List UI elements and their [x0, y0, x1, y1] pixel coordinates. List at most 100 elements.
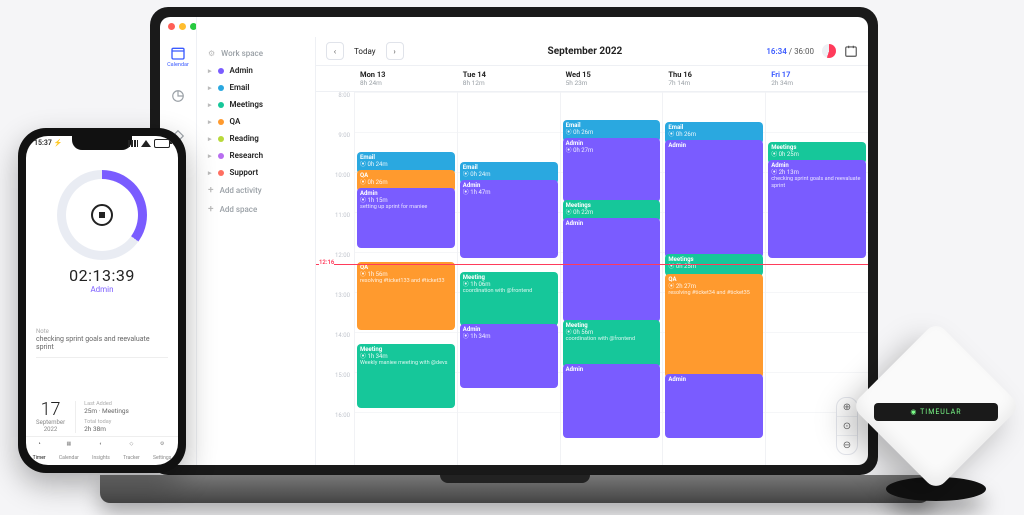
day-column-wed[interactable]: Email⦿ 0h 26mAdmin⦿ 0h 27mMeetings⦿ 0h 2…	[560, 92, 663, 465]
day-header-tue[interactable]: Tue 148h 12m	[457, 66, 560, 91]
calendar-event[interactable]: Admin	[665, 374, 763, 438]
event-title: Meeting	[566, 322, 658, 329]
calendar-event[interactable]: QA⦿ 1h 56mresolving #ticket133 and #tick…	[357, 262, 455, 330]
activity-color-dot	[218, 170, 224, 176]
zoom-in-button[interactable]: ⊕	[837, 398, 857, 417]
event-duration: ⦿ 2h 13m	[771, 169, 863, 176]
day-header-thu[interactable]: Thu 167h 14m	[662, 66, 765, 91]
timer-icon: ◔	[33, 441, 45, 453]
sidebar-item-qa[interactable]: ▸ QA	[204, 113, 307, 130]
event-duration: ⦿ 0h 24m	[463, 171, 555, 178]
tracked-time-goal: 36:00	[794, 47, 814, 56]
next-week-button[interactable]: ›	[386, 42, 404, 60]
event-title: Meetings	[668, 256, 760, 263]
tab-label: Settings	[153, 455, 171, 461]
tab-label: Insights	[92, 455, 110, 461]
activity-color-dot	[218, 153, 224, 159]
day-total: 8h 12m	[463, 79, 554, 87]
prev-week-button[interactable]: ‹	[326, 42, 344, 60]
signal-icon	[128, 140, 138, 147]
calendar-event[interactable]: Admin⦿ 1h 15msetting up sprint for manie…	[357, 188, 455, 248]
calendar-event[interactable]: Meetings⦿ 0h 25m	[665, 254, 763, 276]
event-duration: ⦿ 0h 25m	[771, 151, 863, 158]
sidebar-item-email[interactable]: ▸Email	[204, 79, 307, 96]
day-header-mon[interactable]: Mon 138h 24m	[354, 66, 457, 91]
phone-screen: 15:37 ⚡ 02:13:39 Admin Note checking spr…	[26, 136, 178, 465]
tab-timer[interactable]: ◔Timer	[33, 441, 46, 461]
event-note: coordination with @frontend	[566, 336, 658, 343]
day-header-wed[interactable]: Wed 155h 23m	[560, 66, 663, 91]
sidebar-item-support[interactable]: ▸Support	[204, 164, 307, 181]
day-column-tue[interactable]: Email⦿ 0h 24mAdmin⦿ 1h 47mMeeting⦿ 1h 06…	[457, 92, 560, 465]
day-label: Thu 16	[668, 70, 759, 79]
day-label: Wed 15	[566, 70, 657, 79]
calendar-event[interactable]: Admin	[665, 140, 763, 258]
tab-insights[interactable]: ◐Insights	[92, 441, 110, 461]
today-button[interactable]: Today	[350, 47, 380, 56]
calendar-settings-icon[interactable]	[844, 44, 858, 58]
zoom-reset-button[interactable]: ⊙	[837, 417, 857, 436]
now-indicator: 12:16	[316, 264, 868, 265]
activity-color-dot	[218, 119, 224, 125]
sidebar-item-label: QA	[230, 117, 241, 126]
calendar-icon: ▦	[63, 441, 75, 453]
last-added-value: 25m · Meetings	[84, 407, 168, 415]
sidebar-add-activity[interactable]: + Add activity	[204, 181, 307, 200]
event-title: Email	[566, 122, 658, 129]
calendar-event[interactable]: Admin⦿ 0h 27m	[563, 138, 661, 202]
sidebar-item-admin[interactable]: ▸Admin	[204, 62, 307, 79]
tab-tracker[interactable]: ◇Tracker	[123, 441, 140, 461]
nav-calendar[interactable]: Calendar	[165, 43, 191, 69]
nav-reports[interactable]	[165, 83, 191, 109]
stop-button[interactable]	[91, 204, 113, 226]
day-label: Tue 14	[463, 70, 554, 79]
sidebar-add-space[interactable]: + Add space	[204, 200, 307, 219]
tracker-icon: ◇	[125, 441, 137, 453]
calendar-event[interactable]: Admin⦿ 1h 47m	[460, 180, 558, 258]
event-duration: ⦿ 0h 24m	[360, 161, 452, 168]
time-axis: 8:009:0010:0011:0012:0013:0014:0015:0016…	[316, 92, 354, 465]
sidebar-workspace[interactable]: ⚙ Work space	[204, 45, 307, 62]
tab-calendar[interactable]: ▦Calendar	[59, 441, 79, 461]
timer-note[interactable]: Note checking sprint goals and reevaluat…	[36, 328, 168, 358]
summary-stats: Last Added 25m · Meetings Total today 2h…	[75, 401, 168, 433]
activity-color-dot	[218, 102, 224, 108]
event-duration: ⦿ 1h 56m	[360, 271, 452, 278]
day-header-fri[interactable]: Fri 172h 34m	[765, 66, 868, 91]
chevron-right-icon: ▸	[208, 118, 212, 126]
sidebar-workspace-label: Work space	[221, 49, 263, 58]
calendar-event[interactable]: Admin	[563, 218, 661, 322]
day-label: Mon 13	[360, 70, 451, 79]
calendar-event[interactable]: Admin	[563, 364, 661, 438]
calendar-event[interactable]: Meeting⦿ 1h 06mcoordination with @fronte…	[460, 272, 558, 326]
day-total: 7h 14m	[668, 79, 759, 87]
timer-activity[interactable]: Admin	[26, 285, 178, 294]
event-title: Meetings	[566, 202, 658, 209]
event-title: Admin	[566, 220, 658, 227]
week-header: Mon 138h 24mTue 148h 12mWed 155h 23mThu …	[316, 66, 868, 92]
calendar-grid[interactable]: 8:009:0010:0011:0012:0013:0014:0015:0016…	[316, 92, 868, 465]
date-year: 2022	[36, 426, 65, 433]
sidebar-item-meetings[interactable]: ▸Meetings	[204, 96, 307, 113]
calendar-event[interactable]: Admin⦿ 1h 34m	[460, 324, 558, 388]
status-time: 15:37 ⚡	[34, 139, 62, 148]
chevron-right-icon: ▸	[208, 135, 212, 143]
day-column-thu[interactable]: Email⦿ 0h 26mAdminMeetings⦿ 0h 25mQA⦿ 2h…	[662, 92, 765, 465]
calendar-event[interactable]: QA⦿ 2h 27mresolving #ticket34 and #ticke…	[665, 274, 763, 378]
day-column-mon[interactable]: Email⦿ 0h 24mQA⦿ 0h 26mAdmin⦿ 1h 15msett…	[354, 92, 457, 465]
calendar-event[interactable]: Meeting⦿ 0h 56mcoordination with @fronte…	[563, 320, 661, 368]
gear-icon: ⚙	[208, 49, 215, 58]
sidebar-item-reading[interactable]: ▸Reading	[204, 130, 307, 147]
sidebar-item-research[interactable]: ▸Research	[204, 147, 307, 164]
sidebar-add-space-label: Add space	[220, 205, 258, 214]
laptop-frame: Calendar ⚙ Work space ▸Admin▸Email▸Meeti…	[150, 7, 878, 475]
event-note: resolving #ticket133 and #ticket33	[360, 278, 452, 285]
calendar-event[interactable]: Admin⦿ 2h 13mchecking sprint goals and r…	[768, 160, 866, 258]
pie-icon	[171, 89, 185, 103]
tracker-brand: ◉ TIMEULAR	[874, 403, 998, 421]
event-title: Meeting	[360, 346, 452, 353]
calendar-event[interactable]: Meeting⦿ 1h 34mWeekly maniee meeting wit…	[357, 344, 455, 408]
tab-settings[interactable]: ⚙Settings	[153, 441, 171, 461]
zoom-out-button[interactable]: ⊖	[837, 436, 857, 454]
event-duration: ⦿ 0h 26m	[566, 129, 658, 136]
